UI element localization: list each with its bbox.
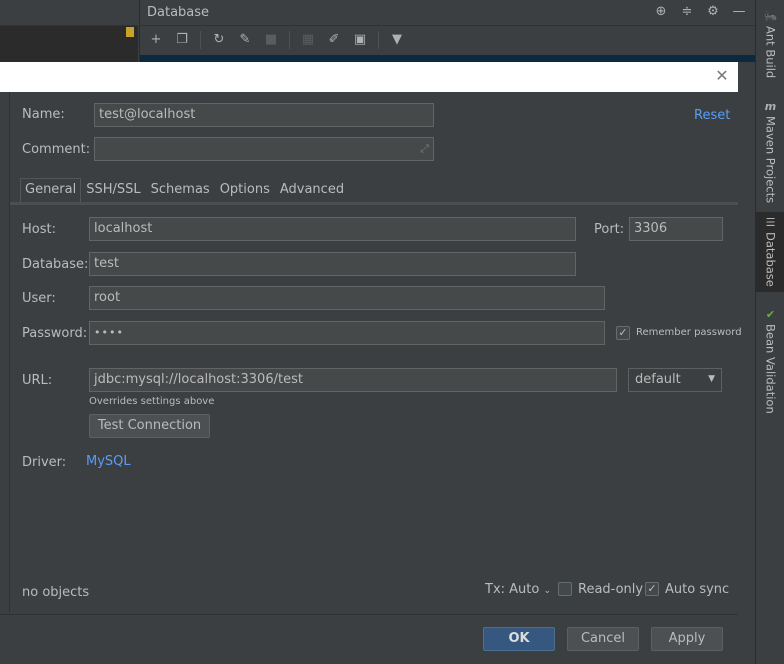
url-mode-value: default	[635, 372, 681, 387]
strip-item-bean-validation[interactable]: ✔ Bean Validation	[756, 304, 784, 414]
url-mode-select[interactable]: default ▼	[628, 368, 722, 392]
project-panel-header	[0, 0, 138, 26]
remember-password-label: Remember password	[636, 327, 742, 338]
console-icon[interactable]: ▣	[350, 30, 370, 50]
strip-item-ant-build[interactable]: 🐜 Ant Build	[756, 6, 784, 78]
tab-advanced[interactable]: Advanced	[275, 178, 349, 203]
driver-label: Driver:	[22, 455, 67, 470]
strip-label: Ant Build	[763, 26, 778, 79]
tab-underline	[10, 202, 738, 205]
database-label: Database:	[22, 257, 89, 272]
chevron-down-icon: ⌄	[543, 586, 552, 596]
tab-bar: General SSH/SSL Schemas Options Advanced	[20, 178, 349, 203]
host-field[interactable]: localhost	[89, 217, 576, 241]
strip-item-database[interactable]: ☰ Database	[756, 212, 784, 292]
data-source-dialog: ✕ Name: test@localhost Reset Comment: ⤢ …	[0, 62, 742, 664]
collapse-all-icon[interactable]: ≑	[679, 4, 695, 20]
comment-field[interactable]: ⤢	[94, 137, 434, 161]
tx-mode-select[interactable]: Tx: Auto ⌄	[485, 582, 551, 597]
toolbar-separator	[378, 31, 379, 49]
ant-icon: 🐜	[763, 10, 778, 23]
driver-link[interactable]: MySQL	[86, 454, 131, 469]
port-label: Port:	[594, 222, 625, 237]
bean-icon: ✔	[765, 308, 776, 321]
stop-icon[interactable]: ■	[261, 30, 281, 50]
strip-label: Database	[763, 232, 778, 287]
database-panel-header-tools: ⊕ ≑ ⚙ —	[653, 4, 747, 20]
minimize-icon[interactable]: —	[731, 4, 747, 20]
filter-icon[interactable]: ▼	[387, 30, 407, 50]
database-toolbar: + ❐ ↻ ✎ ■ ▦ ✐ ▣ ▼	[140, 26, 755, 54]
auto-sync-label: Auto sync	[665, 582, 730, 597]
cancel-button[interactable]: Cancel	[567, 627, 639, 651]
close-icon[interactable]: ✕	[714, 68, 730, 84]
error-stripe-marker	[126, 27, 134, 37]
ok-button[interactable]: OK	[483, 627, 555, 651]
copy-icon[interactable]: ❐	[172, 30, 192, 50]
gear-icon[interactable]: ⚙	[705, 4, 721, 20]
host-label: Host:	[22, 222, 56, 237]
strip-label: Bean Validation	[763, 324, 778, 414]
tab-schemas[interactable]: Schemas	[146, 178, 215, 203]
toolbar-separator	[200, 31, 201, 49]
dialog-left-pane	[0, 92, 10, 612]
expand-icon[interactable]: ⤢	[420, 141, 429, 157]
dialog-titlebar: ✕	[0, 62, 738, 92]
tab-options[interactable]: Options	[215, 178, 275, 203]
maven-icon: m	[764, 100, 777, 113]
name-label: Name:	[22, 107, 65, 122]
right-tool-strip: 🐜 Ant Build m Maven Projects ☰ Database …	[755, 0, 784, 664]
tab-general[interactable]: General	[20, 178, 82, 203]
port-field[interactable]: 3306	[629, 217, 723, 241]
user-label: User:	[22, 291, 56, 306]
comment-label: Comment:	[22, 142, 91, 157]
tab-ssh-ssl[interactable]: SSH/SSL	[81, 178, 145, 203]
database-panel-title: Database	[147, 5, 210, 20]
refresh-icon[interactable]: ↻	[209, 30, 229, 50]
url-field[interactable]: jdbc:mysql://localhost:3306/test	[89, 368, 617, 392]
tree-selection	[140, 55, 756, 62]
target-icon[interactable]: ⊕	[653, 4, 669, 20]
toolbar-separator	[289, 31, 290, 49]
user-field[interactable]: root	[89, 286, 605, 310]
tx-mode-label: Tx: Auto	[485, 582, 540, 597]
objects-status: no objects	[22, 585, 90, 600]
database-icon: ☰	[765, 216, 776, 229]
add-icon[interactable]: +	[146, 30, 166, 50]
reset-link[interactable]: Reset	[694, 108, 730, 123]
password-label: Password:	[22, 326, 88, 341]
password-field[interactable]: ••••	[89, 321, 605, 345]
database-tool-window: Database ⊕ ≑ ⚙ — + ❐ ↻ ✎ ■ ▦ ✐ ▣ ▼	[139, 0, 756, 62]
edit-icon[interactable]: ✐	[324, 30, 344, 50]
read-only-checkbox[interactable]	[558, 582, 572, 596]
auto-sync-checkbox[interactable]: ✓	[645, 582, 659, 596]
database-field[interactable]: test	[89, 252, 576, 276]
chevron-down-icon: ▼	[708, 374, 715, 384]
table-icon[interactable]: ▦	[298, 30, 318, 50]
strip-item-maven-projects[interactable]: m Maven Projects	[756, 96, 784, 203]
dialog-button-bar: OK Cancel Apply	[0, 614, 738, 664]
name-field[interactable]: test@localhost	[94, 103, 434, 127]
url-label: URL:	[22, 373, 53, 388]
remember-password-checkbox[interactable]: ✓	[616, 326, 630, 340]
overrides-note: Overrides settings above	[89, 396, 215, 407]
read-only-label: Read-only	[578, 582, 644, 597]
properties-icon[interactable]: ✎	[235, 30, 255, 50]
apply-button[interactable]: Apply	[651, 627, 723, 651]
strip-label: Maven Projects	[763, 116, 778, 204]
test-connection-button[interactable]: Test Connection	[89, 414, 210, 438]
